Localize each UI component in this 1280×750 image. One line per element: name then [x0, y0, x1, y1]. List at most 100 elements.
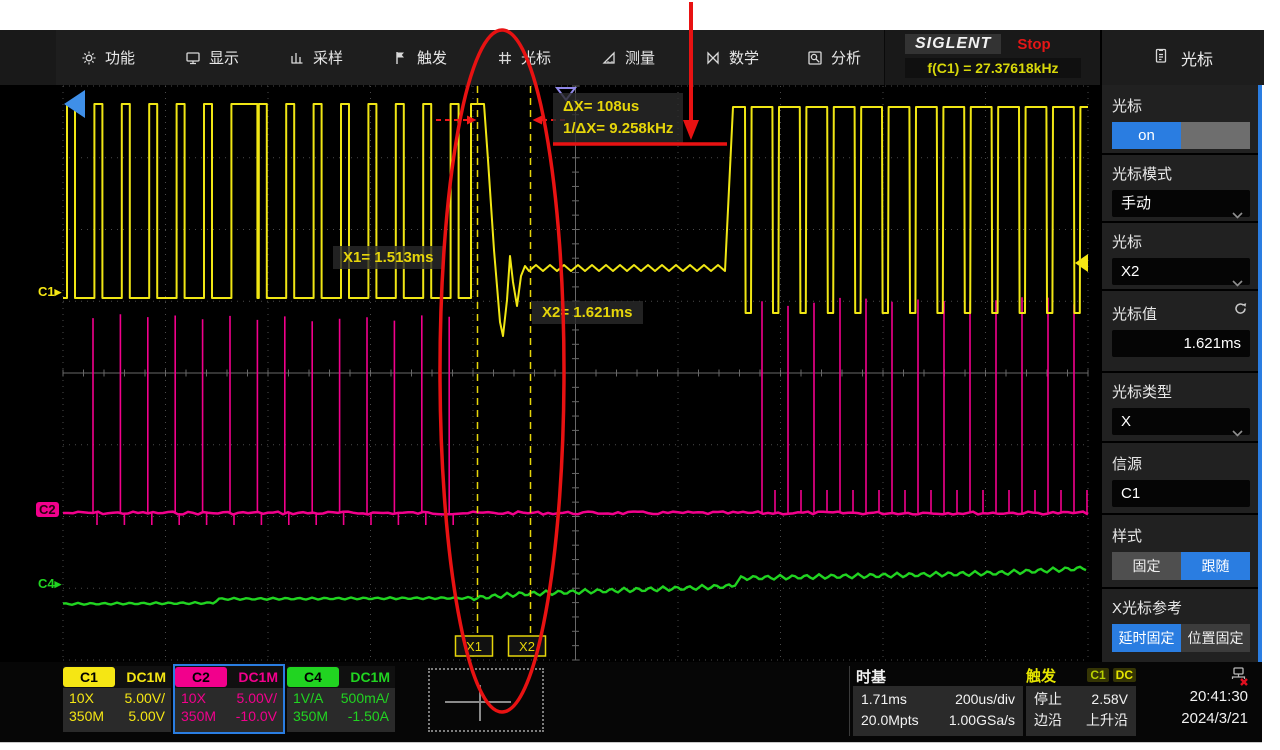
menu-item-math[interactable]: 数学	[680, 30, 785, 85]
channel-marker-c4[interactable]: C4▸	[38, 576, 61, 592]
style-segment: 固定 跟随	[1112, 552, 1250, 580]
x-cursor-reference-segment: 延时固定 位置固定	[1112, 624, 1250, 652]
clipboard-icon	[1153, 47, 1169, 69]
cursor-x1-readout[interactable]: X1= 1.513ms	[333, 246, 444, 269]
cursor-mode-dropdown[interactable]: 手动	[1112, 190, 1250, 217]
cursor-select-label: 光标	[1102, 231, 1260, 252]
status-bar: C1DC1M 10X5.00V/ 350M5.00V C2DC1M 10X5.0…	[0, 662, 1262, 743]
channel-offset: 5.00V	[128, 708, 165, 724]
waveform-display[interactable]: X1X2 C1▸ C2 C4▸ ΔX= 108us 1/ΔX= 9.258kHz…	[0, 85, 1100, 662]
math-icon	[705, 50, 721, 66]
channel-marker-c1[interactable]: C1▸	[38, 284, 61, 300]
channel-tab[interactable]: C1	[63, 667, 115, 687]
measure-icon	[601, 50, 617, 66]
siglent-logo: SIGLENT	[905, 34, 1001, 54]
volts-per-div: 5.00V/	[237, 690, 277, 706]
acquire-icon	[289, 50, 305, 66]
probe-atten: 10X	[181, 690, 206, 706]
menu-label: 数学	[729, 47, 759, 68]
trigger-title-row: 触发 C1 DC	[1026, 666, 1136, 684]
cursor-select-value: X2	[1121, 263, 1139, 280]
sample-rate: 1.00GSa/s	[949, 710, 1015, 731]
clock-date: 2024/3/21	[1181, 710, 1248, 727]
channel-offset: -10.0V	[236, 708, 277, 724]
oscilloscope-screen: 功能 显示 采样 触发 光标 测量 数学 分析	[0, 30, 1262, 742]
coupling-value: DC1M	[227, 669, 283, 685]
bandwidth-limit: 350M	[69, 708, 104, 724]
cursor-panel-header: 光标	[1100, 30, 1264, 85]
menu-label: 功能	[105, 47, 135, 68]
cursor-type-dropdown[interactable]: X	[1112, 408, 1250, 435]
style-option-follow[interactable]: 跟随	[1181, 552, 1250, 580]
volts-per-div: 5.00V/	[125, 690, 165, 706]
cross-placeholder-icon	[479, 685, 481, 721]
chevron-down-icon	[1232, 269, 1243, 296]
cursor-mode-value: 手动	[1121, 195, 1151, 212]
gear-icon	[81, 50, 97, 66]
timebase-delay: 1.71ms	[861, 689, 907, 710]
cursor-on-toggle[interactable]: on	[1112, 122, 1250, 149]
run-state[interactable]: Stop	[1017, 36, 1050, 53]
coupling-value: DC1M	[339, 669, 395, 685]
menu-item-cursors[interactable]: 光标	[472, 30, 577, 85]
refresh-icon[interactable]	[1233, 301, 1248, 321]
menu-label: 分析	[831, 47, 861, 68]
xref-option-delay-fixed[interactable]: 延时固定	[1112, 624, 1181, 652]
xref-option-position-fixed[interactable]: 位置固定	[1181, 624, 1250, 652]
waveform-graticule: X1X2	[0, 85, 1100, 662]
bandwidth-limit: 350M	[181, 708, 216, 724]
probe-atten: 1V/A	[293, 690, 323, 706]
source-select[interactable]: C1	[1112, 480, 1250, 507]
cursor-settings-panel: 光标 on 光标模式 手动 光标 X2 光标值 1.621ms	[1100, 85, 1260, 662]
trigger-state: 停止	[1034, 689, 1062, 710]
menu-item-acquire[interactable]: 采样	[264, 30, 369, 85]
cursor-value-input[interactable]: 1.621ms	[1112, 330, 1250, 357]
brand-status-block: SIGLENT Stop f(C1) = 27.37618kHz	[905, 32, 1090, 83]
empty-descriptor-slot[interactable]	[428, 668, 544, 732]
trigger-type: 边沿	[1034, 710, 1062, 731]
probe-atten: 10X	[69, 690, 94, 706]
channel-descriptor-c2[interactable]: C2DC1M 10X 5.00V/ 350M -10.0V	[175, 666, 283, 732]
coupling-value: DC1M	[115, 669, 171, 685]
timebase-title: 时基	[856, 666, 886, 684]
channel-descriptor-c1[interactable]: C1DC1M 10X 5.00V/ 350M 5.00V	[63, 666, 171, 732]
menu-item-display[interactable]: 显示	[160, 30, 265, 85]
menu-item-utility[interactable]: 功能	[56, 30, 161, 85]
menu-item-measure[interactable]: 测量	[576, 30, 681, 85]
timebase-scale: 200us/div	[955, 689, 1015, 710]
cross-placeholder-icon	[445, 701, 511, 703]
channel-tab[interactable]: C4	[287, 667, 339, 687]
channel-descriptor-c4[interactable]: C4DC1M 1V/A500mA/ 350M-1.50A	[287, 666, 395, 732]
delta-x-value: ΔX= 108us	[563, 96, 673, 118]
menu-item-analysis[interactable]: 分析	[784, 30, 885, 85]
menu-label: 触发	[417, 47, 447, 68]
toggle-on-state[interactable]: on	[1112, 122, 1181, 149]
trigger-source-badge: C1	[1087, 668, 1108, 682]
menu-bar: 功能 显示 采样 触发 光标 测量 数学 分析	[0, 30, 1100, 85]
cursor-select-dropdown[interactable]: X2	[1112, 258, 1250, 285]
trigger-slope: 上升沿	[1086, 710, 1128, 731]
trigger-frequency-readout: f(C1) = 27.37618kHz	[905, 58, 1081, 78]
toggle-off-state[interactable]	[1181, 122, 1250, 149]
bandwidth-limit: 350M	[293, 708, 328, 724]
svg-text:X1: X1	[466, 639, 482, 654]
panel-title: 光标	[1181, 46, 1213, 70]
menu-label: 显示	[209, 47, 239, 68]
display-icon	[185, 50, 201, 66]
analysis-icon	[807, 50, 823, 66]
cursor-x2-readout[interactable]: X2= 1.621ms	[532, 301, 643, 324]
channel-marker-c2[interactable]: C2	[36, 502, 59, 517]
menu-item-trigger[interactable]: 触发	[368, 30, 473, 85]
cursor-delta-readout[interactable]: ΔX= 108us 1/ΔX= 9.258kHz	[553, 93, 683, 143]
style-label: 样式	[1102, 525, 1260, 546]
style-option-fixed[interactable]: 固定	[1112, 552, 1181, 580]
channel-tab[interactable]: C2	[175, 667, 227, 687]
trigger-flag-icon	[393, 50, 409, 66]
timebase-box[interactable]: 1.71ms200us/div 20.0Mpts1.00GSa/s	[853, 686, 1023, 736]
trigger-title: 触发	[1026, 665, 1056, 686]
clock-time: 20:41:30	[1190, 688, 1248, 705]
cursor-mode-label: 光标模式	[1102, 163, 1260, 184]
trigger-box[interactable]: 停止2.58V 边沿上升沿	[1026, 686, 1136, 736]
trigger-coupling-badge: DC	[1113, 668, 1136, 682]
panel-accent-strip	[1258, 85, 1262, 662]
